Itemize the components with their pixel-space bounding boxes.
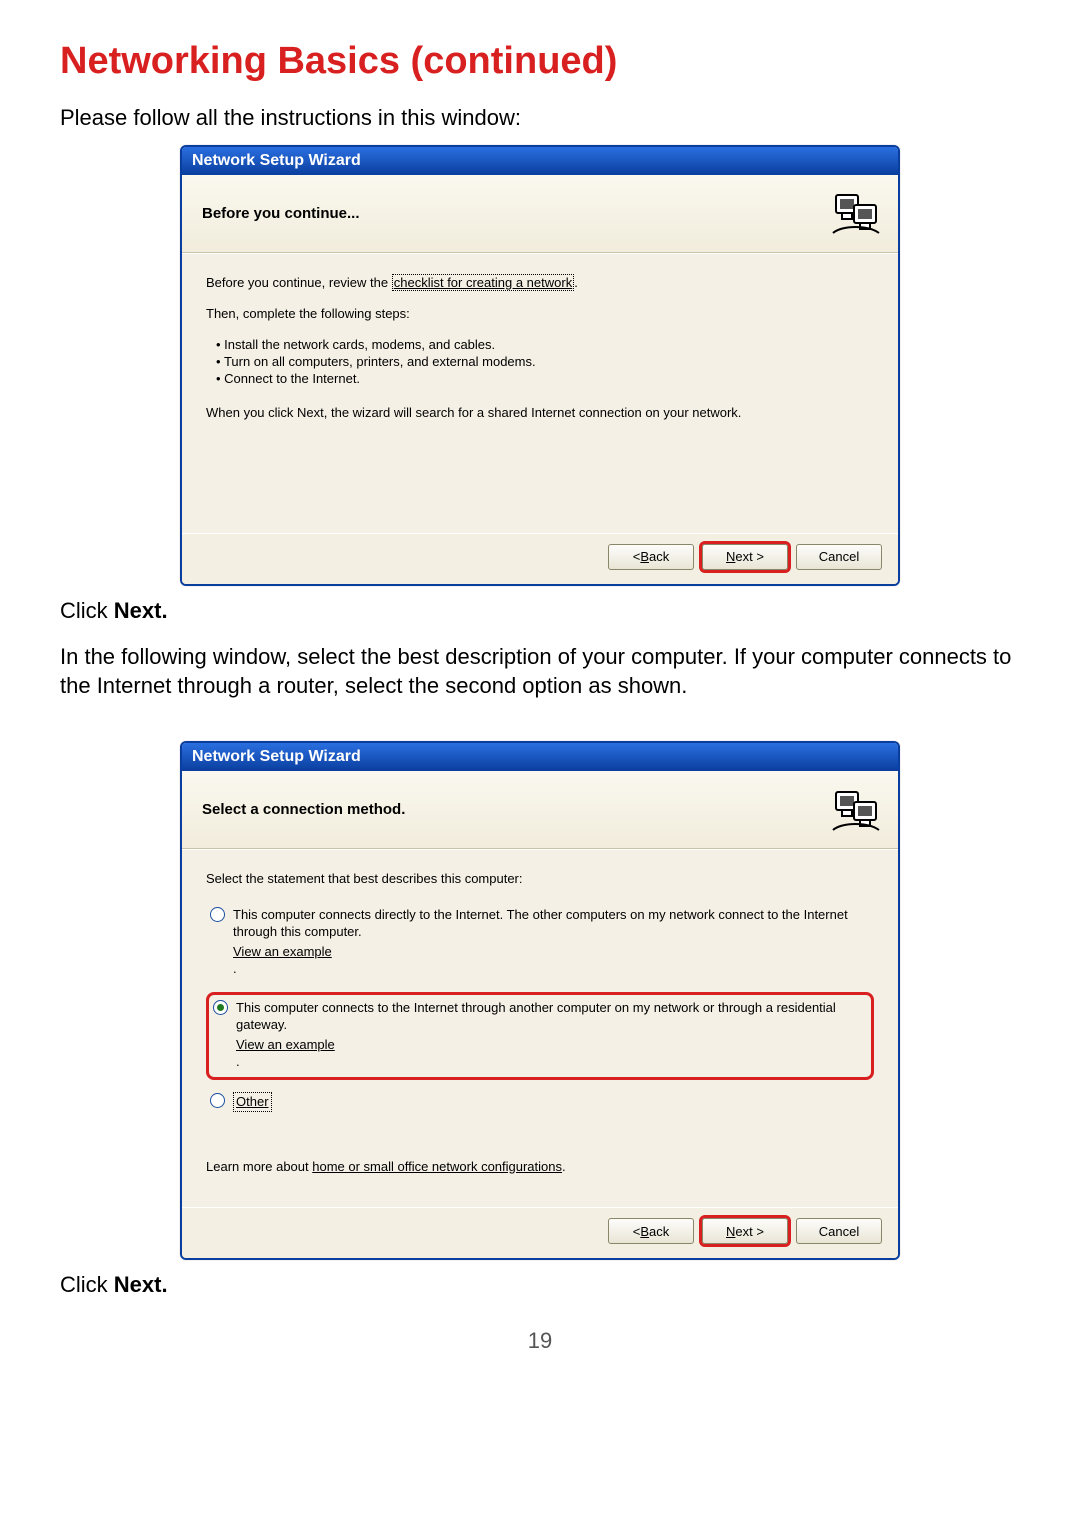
cancel-button[interactable]: Cancel (796, 544, 882, 570)
wizard-connection-method: Network Setup Wizard Select a connection… (180, 741, 900, 1260)
text: Before you continue, review the (206, 275, 392, 290)
next-button[interactable]: Next > (702, 1218, 788, 1244)
text: . (574, 275, 578, 290)
steps-list: Install the network cards, modems, and c… (216, 337, 874, 386)
text: Next. (114, 598, 168, 623)
radio-label: This computer connects directly to the I… (233, 906, 868, 978)
text: Click (60, 1272, 114, 1297)
wizard-before-you-continue: Network Setup Wizard Before you continue… (180, 145, 900, 586)
page-number: 19 (60, 1328, 1020, 1354)
wizard-body-line2: Then, complete the following steps: (206, 305, 874, 323)
text: Learn more about (206, 1159, 312, 1174)
learn-more-link[interactable]: home or small office network configurati… (312, 1159, 562, 1174)
wizard-button-bar: < Back Next > Cancel (182, 533, 898, 584)
intro-text: Please follow all the instructions in th… (60, 103, 1020, 133)
wizard-titlebar: Network Setup Wizard (182, 743, 898, 771)
view-example-link[interactable]: View an example (236, 1036, 865, 1054)
radio-option-other[interactable]: Other (206, 1088, 874, 1118)
text: . (562, 1159, 566, 1174)
radio-icon (210, 1093, 225, 1108)
radio-icon (210, 907, 225, 922)
wizard-titlebar: Network Setup Wizard (182, 147, 898, 175)
list-item: Turn on all computers, printers, and ext… (216, 354, 874, 369)
view-example-link[interactable]: View an example (233, 943, 868, 961)
radio-option-direct[interactable]: This computer connects directly to the I… (206, 902, 874, 984)
learn-more: Learn more about home or small office ne… (206, 1158, 874, 1176)
radio-icon (213, 1000, 228, 1015)
click-next-1: Click Next. (60, 598, 1020, 624)
checklist-link[interactable]: checklist for creating a network (392, 274, 574, 291)
back-button[interactable]: < Back (608, 1218, 694, 1244)
cancel-button[interactable]: Cancel (796, 1218, 882, 1244)
computers-icon (830, 189, 882, 237)
wizard-button-bar: < Back Next > Cancel (182, 1207, 898, 1258)
wizard-body-line1: Before you continue, review the checklis… (206, 274, 874, 292)
wizard-header-title: Select a connection method. (202, 801, 405, 818)
list-item: Install the network cards, modems, and c… (216, 337, 874, 352)
para2: In the following window, select the best… (60, 642, 1020, 701)
click-next-2: Click Next. (60, 1272, 1020, 1298)
next-button[interactable]: Next > (702, 544, 788, 570)
text: Next. (114, 1272, 168, 1297)
wizard-body-line3: When you click Next, the wizard will sea… (206, 404, 874, 422)
connection-intro: Select the statement that best describes… (206, 870, 874, 888)
radio-label: Other (233, 1092, 272, 1112)
radio-option-gateway[interactable]: This computer connects to the Internet t… (206, 992, 874, 1080)
wizard-header-title: Before you continue... (202, 205, 360, 222)
radio-label: This computer connects to the Internet t… (236, 999, 865, 1071)
computers-icon (830, 786, 882, 834)
list-item: Connect to the Internet. (216, 371, 874, 386)
back-button[interactable]: < Back (608, 544, 694, 570)
text: Click (60, 598, 114, 623)
page-title: Networking Basics (continued) (60, 40, 1020, 83)
